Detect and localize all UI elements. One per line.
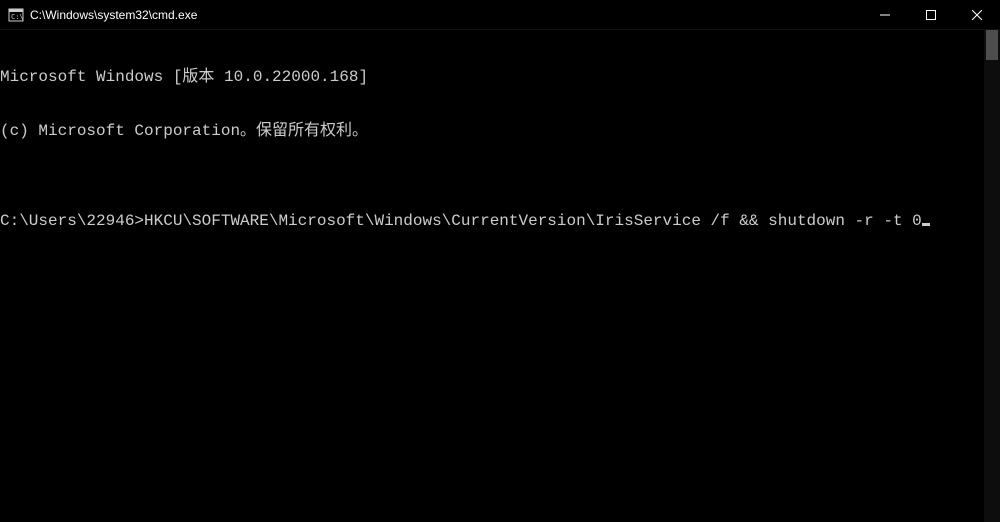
text-cursor [922, 223, 930, 226]
vertical-scrollbar[interactable] [984, 30, 1000, 522]
close-button[interactable] [954, 0, 1000, 30]
terminal-output[interactable]: Microsoft Windows [版本 10.0.22000.168] (c… [0, 32, 984, 522]
maximize-button[interactable] [908, 0, 954, 30]
window-title: C:\Windows\system32\cmd.exe [30, 8, 197, 22]
cmd-icon: C:\ [8, 7, 24, 23]
prompt-text: C:\Users\22946> [0, 212, 144, 230]
svg-text:C:\: C:\ [11, 13, 24, 21]
command-line[interactable]: C:\Users\22946>HKCU\SOFTWARE\Microsoft\W… [0, 212, 984, 230]
client-area: Microsoft Windows [版本 10.0.22000.168] (c… [0, 30, 1000, 522]
minimize-button[interactable] [862, 0, 908, 30]
cmd-window: C:\ C:\Windows\system32\cmd.exe Microsof… [0, 0, 1000, 522]
version-line: Microsoft Windows [版本 10.0.22000.168] [0, 68, 984, 86]
command-input[interactable]: HKCU\SOFTWARE\Microsoft\Windows\CurrentV… [144, 212, 922, 230]
copyright-line: (c) Microsoft Corporation。保留所有权利。 [0, 122, 984, 140]
scrollbar-thumb[interactable] [986, 30, 998, 60]
titlebar[interactable]: C:\ C:\Windows\system32\cmd.exe [0, 0, 1000, 30]
